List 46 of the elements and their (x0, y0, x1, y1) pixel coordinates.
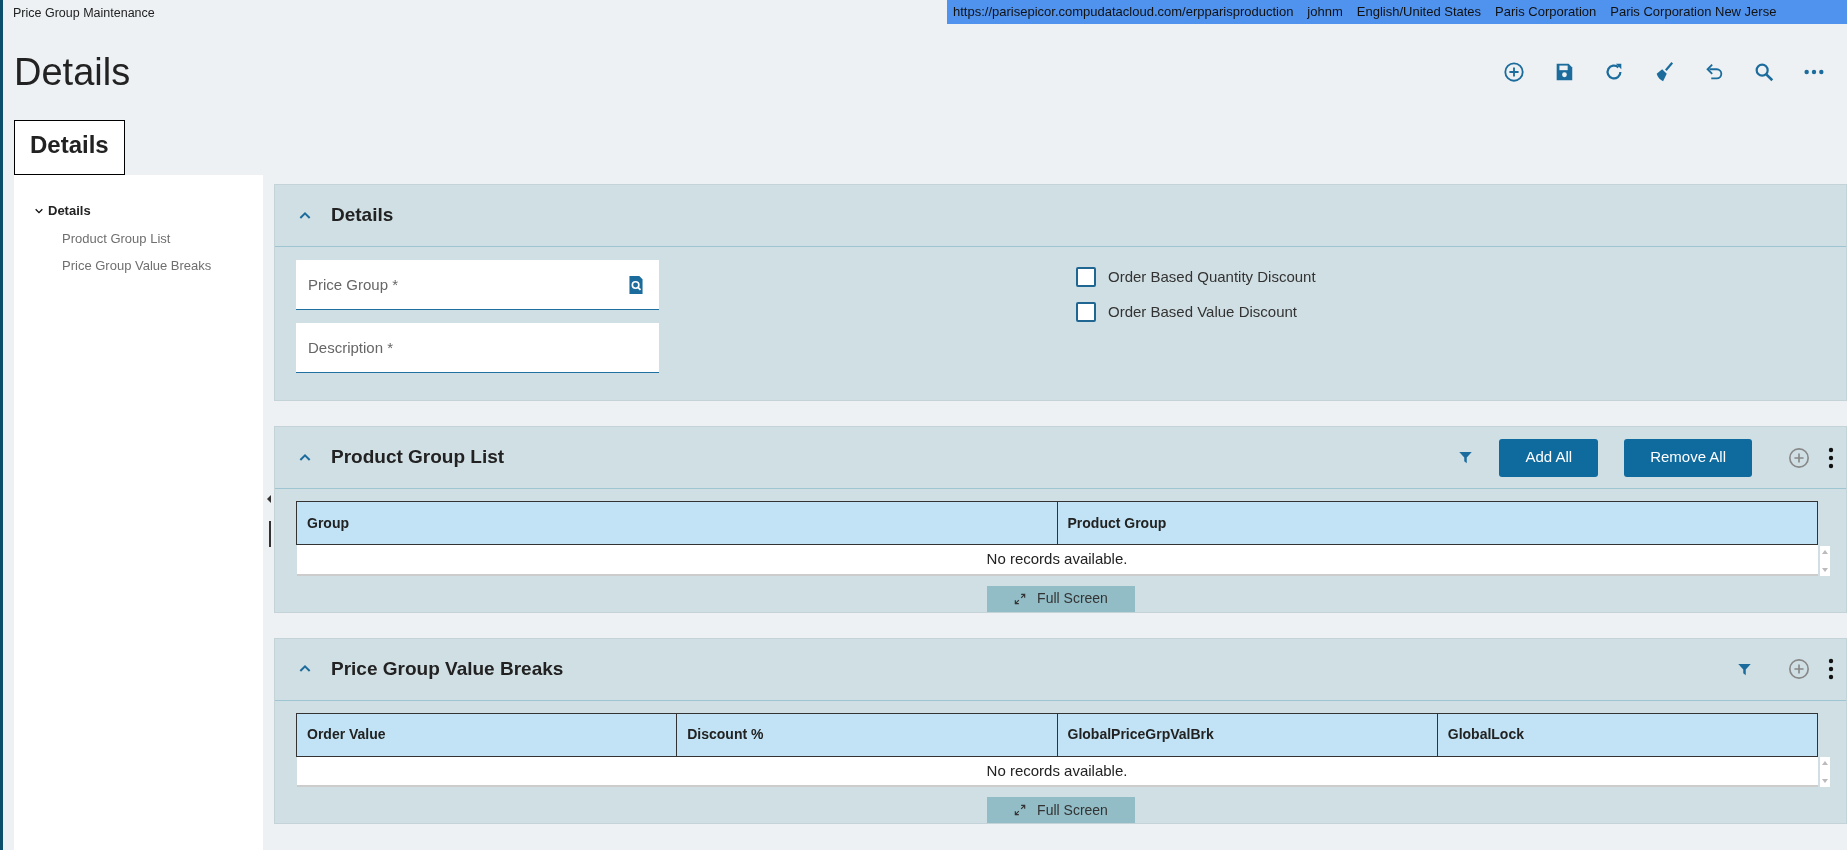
panel-title: Product Group List (331, 445, 505, 470)
expand-icon (1013, 591, 1028, 606)
tree-item[interactable]: Product Group List (14, 224, 263, 252)
column-header[interactable]: Discount % (676, 713, 1057, 756)
column-header[interactable]: GlobalLock (1437, 713, 1818, 756)
more-vertical-icon[interactable] (1828, 446, 1834, 469)
checkbox-label[interactable]: Order Based Quantity Discount (1108, 266, 1316, 289)
full-screen-button[interactable]: Full Screen (986, 585, 1135, 612)
column-header[interactable]: Order Value (296, 713, 677, 756)
session-info: English/United States (1356, 3, 1482, 22)
column-header[interactable]: Product Group (1057, 501, 1818, 545)
splitter-handle-icon[interactable] (265, 495, 273, 547)
full-screen-button[interactable]: Full Screen (986, 797, 1135, 823)
panel-title: Price Group Value Breaks (331, 656, 564, 681)
input-field[interactable]: Description * (296, 323, 659, 373)
session-info: Paris Corporation New Jerse (1610, 3, 1777, 22)
checkbox-label[interactable]: Order Based Value Discount (1108, 300, 1297, 323)
panel-title: Details (331, 203, 394, 228)
filter-icon[interactable] (1458, 450, 1474, 465)
tree-item[interactable]: Price Group Value Breaks (14, 252, 263, 280)
add-icon[interactable] (1503, 61, 1525, 83)
scrollbar-arrows-icon (1820, 757, 1830, 787)
action-button[interactable]: Add All (1499, 438, 1599, 477)
scrollbar-arrows-icon (1820, 545, 1830, 576)
page-title: Details (13, 53, 131, 91)
empty-message: No records available. (296, 544, 1818, 575)
session-info: johnm (1307, 3, 1343, 22)
app-title: Price Group Maintenance (12, 5, 155, 22)
checkbox[interactable] (1076, 267, 1096, 288)
tab[interactable]: Details (14, 120, 125, 175)
session-info: https://parisepicor.compudatacloud.com/erpparisproduction (953, 3, 1294, 22)
action-button[interactable]: Remove All (1624, 438, 1752, 477)
expand-icon (1013, 803, 1028, 817)
filter-icon[interactable] (1737, 661, 1752, 677)
session-info: Paris Corporation (1495, 3, 1597, 22)
more-vertical-icon[interactable] (1828, 658, 1834, 680)
input-field[interactable]: Price Group * (296, 260, 659, 310)
lookup-icon[interactable] (627, 275, 645, 295)
add-icon[interactable] (1788, 658, 1810, 680)
tree-item[interactable]: Details (48, 201, 91, 221)
search-icon[interactable] (1753, 61, 1775, 83)
checkbox[interactable] (1076, 301, 1096, 322)
column-header[interactable]: GlobalPriceGrpValBrk (1057, 713, 1438, 756)
empty-message: No records available. (296, 756, 1818, 786)
column-header[interactable]: Group (296, 501, 1057, 545)
add-icon[interactable] (1788, 446, 1810, 469)
